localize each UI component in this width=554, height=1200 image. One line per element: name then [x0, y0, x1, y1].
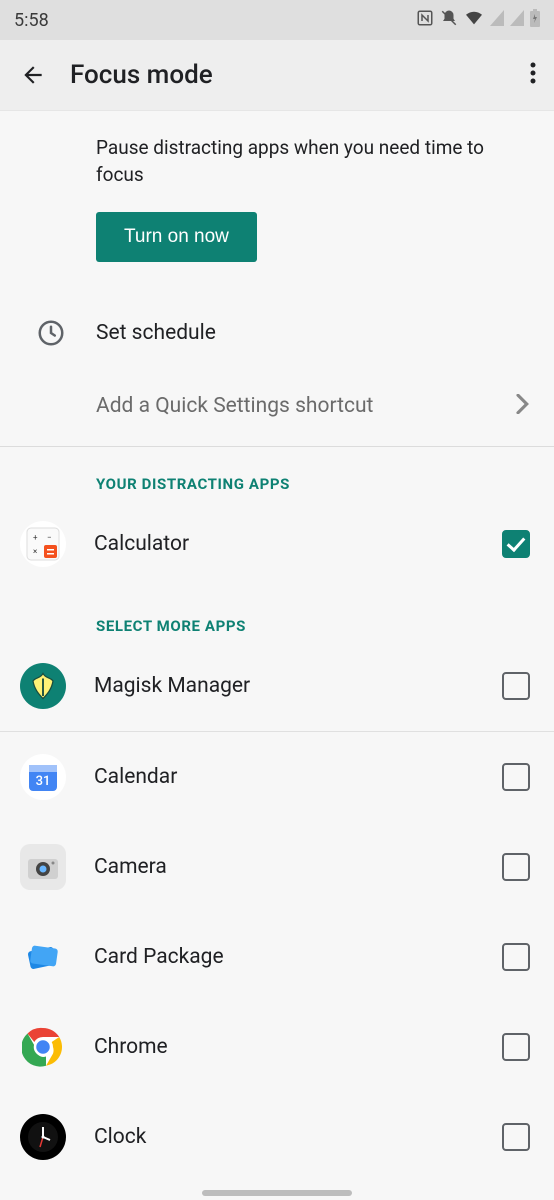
turn-on-button[interactable]: Turn on now — [96, 212, 257, 262]
chrome-app-icon — [20, 1024, 66, 1070]
sim2-icon — [510, 10, 524, 31]
add-shortcut-row[interactable]: Add a Quick Settings shortcut — [0, 374, 554, 438]
calendar-app-icon: 31 — [20, 754, 66, 800]
camera-app-icon — [20, 844, 66, 890]
app-label: Card Package — [94, 945, 474, 969]
svg-text:×: × — [33, 547, 37, 556]
checkbox-calculator[interactable] — [502, 530, 530, 558]
set-schedule-row[interactable]: Set schedule — [0, 292, 554, 374]
checkbox-cardpackage[interactable] — [502, 943, 530, 971]
set-schedule-label: Set schedule — [96, 321, 530, 345]
app-label: Calendar — [94, 765, 474, 789]
magisk-app-icon — [20, 663, 66, 709]
app-bar: Focus mode — [0, 40, 554, 111]
app-row-calendar[interactable]: 31 Calendar — [0, 732, 554, 822]
app-label: Calculator — [94, 532, 474, 556]
sim1-icon — [490, 10, 504, 31]
section-more-heading: SELECT MORE APPS — [0, 589, 554, 641]
app-label: Magisk Manager — [94, 674, 474, 698]
overflow-button[interactable] — [530, 62, 536, 90]
app-label: Chrome — [94, 1035, 474, 1059]
checkbox-chrome[interactable] — [502, 1033, 530, 1061]
checkbox-magisk[interactable] — [502, 672, 530, 700]
wifi-icon — [464, 10, 484, 31]
status-icons — [416, 9, 540, 32]
app-row-clock[interactable]: Clock — [0, 1092, 554, 1182]
section-your-heading: YOUR DISTRACTING APPS — [0, 447, 554, 499]
chevron-right-icon — [516, 392, 530, 420]
svg-text:+: + — [33, 533, 38, 542]
nav-handle[interactable] — [202, 1190, 352, 1196]
battery-icon — [530, 9, 540, 32]
svg-text:−: − — [47, 533, 52, 542]
app-label: Camera — [94, 855, 474, 879]
app-label: Clock — [94, 1125, 474, 1149]
app-row-cardpackage[interactable]: Card Package — [0, 912, 554, 1002]
clock-icon — [28, 310, 74, 356]
clock-app-icon — [20, 1114, 66, 1160]
nfc-icon — [416, 9, 434, 32]
app-row-magisk[interactable]: Magisk Manager — [0, 641, 554, 731]
status-time: 5:58 — [14, 10, 49, 31]
svg-text:31: 31 — [36, 774, 51, 789]
app-row-chrome[interactable]: Chrome — [0, 1002, 554, 1092]
calculator-app-icon: +− × — [20, 521, 66, 567]
status-bar: 5:58 — [0, 0, 554, 40]
dnd-icon — [440, 9, 458, 32]
checkbox-camera[interactable] — [502, 853, 530, 881]
app-row-calculator[interactable]: +− × Calculator — [0, 499, 554, 589]
focus-description: Pause distracting apps when you need tim… — [0, 111, 554, 188]
page-title: Focus mode — [70, 60, 213, 90]
add-shortcut-label: Add a Quick Settings shortcut — [96, 394, 494, 418]
cardpackage-app-icon — [20, 934, 66, 980]
checkbox-clock[interactable] — [502, 1123, 530, 1151]
app-row-camera[interactable]: Camera — [0, 822, 554, 912]
checkbox-calendar[interactable] — [502, 763, 530, 791]
back-button[interactable] — [20, 62, 46, 88]
